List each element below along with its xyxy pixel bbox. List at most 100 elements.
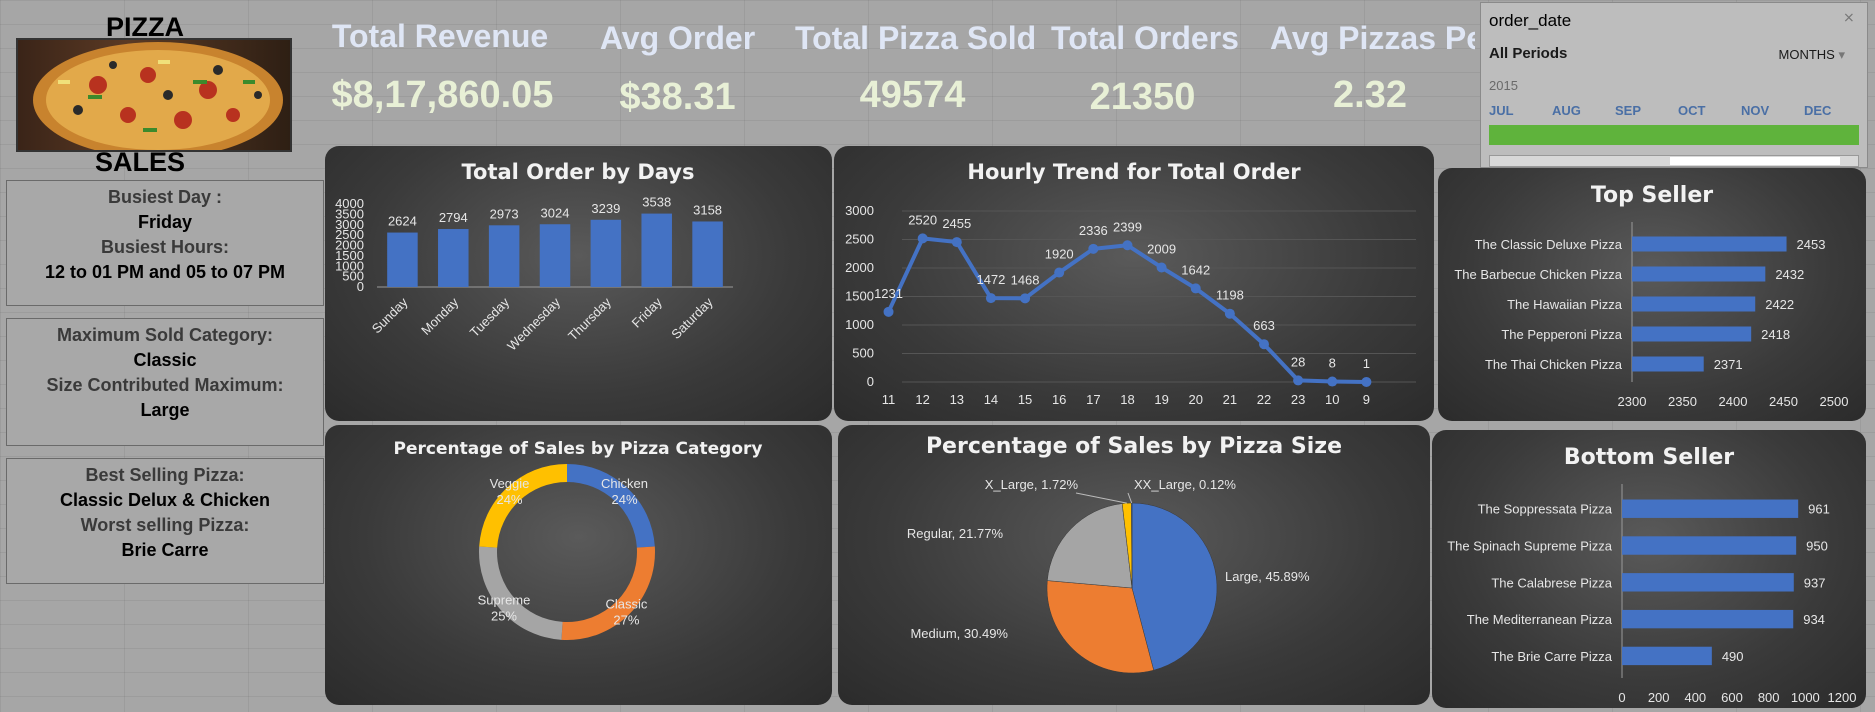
data-point [1122,240,1133,251]
x-tick-label: 2450 [1769,394,1798,409]
y-tick-label: 1000 [845,317,874,332]
chart-bottom-seller: Bottom Seller 0 200 400 600 800 1000 1200 961 The… [1447,445,1856,705]
x-tick-label: 13 [950,392,964,407]
slice-value-label: 27% [613,612,639,627]
leader-line [1127,492,1133,504]
data-point [1156,262,1167,273]
x-tick-label: 2300 [1618,394,1647,409]
y-tick-label: 2000 [845,260,874,275]
data-value-label: 1198 [1216,288,1244,303]
kpi-avg-order-value: $38.31 [619,76,736,118]
slice-value-label: Large, 45.89% [1225,569,1310,584]
busiest-day-label: Busiest Day : [107,187,223,207]
data-point [1327,376,1338,387]
bar-value-label: 934 [1803,612,1825,627]
x-tick-label: 2350 [1668,394,1697,409]
x-tick-label: 14 [984,392,998,407]
size-contributed-label: Size Contributed Maximum: [46,375,284,395]
busiest-info-box: Busiest Day : Friday Busiest Hours: 12 t… [6,180,324,306]
chart-title: Total Order by Days [461,160,694,184]
slicer-month-oct[interactable]: OCT [1678,103,1705,118]
slicer-field-label: order_date [1489,11,1572,30]
data-value-label: 8 [1329,356,1336,371]
pie-slice [1047,503,1133,589]
kpi-total-orders-value: 21350 [1089,76,1196,118]
data-point [883,306,894,317]
y-tick-label: The Thai Chicken Pizza [1485,357,1623,372]
x-tick-label: 200 [1648,690,1670,705]
bar-value-label: 937 [1804,575,1826,590]
data-value-label: 2455 [942,216,971,231]
chart-title: Top Seller [1591,183,1713,208]
bar-value-label: 3158 [693,202,722,217]
slicer-month-sep[interactable]: SEP [1615,103,1641,118]
data-value-label: 28 [1291,354,1305,369]
slicer-scroll-thumb[interactable] [1670,157,1840,165]
busiest-day-value: Friday [137,212,193,232]
y-tick-label: 500 [852,346,874,361]
x-tick-label: 9 [1363,392,1370,407]
bar [1622,646,1712,666]
data-value-label: 2520 [908,212,937,227]
y-tick-label: The Barbecue Chicken Pizza [1454,267,1622,282]
panel-sales-by-size: Percentage of Sales by Pizza Size Large, … [838,425,1430,705]
slice-label: Chicken [601,476,648,491]
x-tick-label: Saturday [668,294,716,342]
data-point [951,237,962,248]
slicer-level-dropdown[interactable]: MONTHS ▾ [1779,47,1846,63]
bar [1632,266,1766,282]
data-point [1293,375,1304,386]
panel-bottom-seller: Bottom Seller 0 200 400 600 800 1000 1200 961 The… [1432,430,1866,708]
x-tick-label: 17 [1086,392,1100,407]
x-tick-label: 18 [1120,392,1134,407]
chart-title: Hourly Trend for Total Order [967,160,1301,184]
brand-title-bottom: SALES [94,147,186,177]
bar [1632,326,1752,342]
max-category-value: Classic [133,350,197,370]
leader-line [1075,492,1127,504]
bar-value-label: 2624 [388,214,417,229]
kpi-total-orders-title: Total Orders [1051,20,1239,56]
x-tick-label: 1000 [1791,690,1820,705]
worst-selling-value: Brie Carre [121,540,209,560]
data-point [1224,308,1235,319]
best-selling-label: Best Selling Pizza: [85,465,245,485]
slicer-scrollbar[interactable] [1489,155,1859,167]
x-tick-label: 21 [1223,392,1237,407]
slicer-month-dec[interactable]: DEC [1804,103,1831,118]
y-tick-label: 4000 [335,196,364,211]
y-tick-label: The Brie Carre Pizza [1491,649,1612,664]
chart-top-seller: Top Seller 2300 2350 2400 2450 2500 2453 The Cl… [1454,183,1849,409]
kpi-avg-pizzas-value: 2.32 [1333,74,1407,116]
data-value-label: 1642 [1181,262,1210,277]
x-tick-label: 2400 [1719,394,1748,409]
order-date-slicer[interactable]: order_date ⨯ All Periods MONTHS ▾ 2015 J… [1480,2,1868,168]
data-point [985,293,996,304]
kpi-total-revenue-value: $8,17,860.05 [331,74,554,116]
chart-hourly-trend: Hourly Trend for Total Order 0 500 1000 1500… [845,160,1416,407]
chart-title: Percentage of Sales by Pizza Category [394,439,763,459]
bar-value-label: 2418 [1761,327,1790,342]
bar-value-label: 961 [1808,502,1830,517]
y-tick-label: The Classic Deluxe Pizza [1475,237,1623,252]
data-point [1088,243,1099,254]
clear-filter-icon[interactable]: ⨯ [1843,9,1857,25]
y-tick-label: 0 [867,374,874,389]
slicer-year-label: 2015 [1489,78,1518,93]
slicer-month-aug[interactable]: AUG [1552,103,1581,118]
worst-selling-label: Worst selling Pizza: [80,515,250,535]
y-tick-label: The Pepperoni Pizza [1501,327,1622,342]
slicer-month-jul[interactable]: JUL [1489,103,1514,118]
slicer-month-nov[interactable]: NOV [1741,103,1769,118]
x-tick-label: Monday [418,294,462,338]
data-value-label: 1468 [1011,272,1040,287]
slice-value-label: 25% [491,609,517,624]
data-value-label: 1472 [976,272,1005,287]
y-tick-label: The Hawaiian Pizza [1507,297,1623,312]
slicer-timeline-bar[interactable] [1489,125,1859,145]
y-tick-label: The Soppressata Pizza [1478,502,1613,517]
data-value-label: 663 [1253,318,1275,333]
slice-value-label: 24% [611,492,637,507]
data-value-label: 1 [1363,356,1370,371]
x-tick-label: 2500 [1820,394,1849,409]
